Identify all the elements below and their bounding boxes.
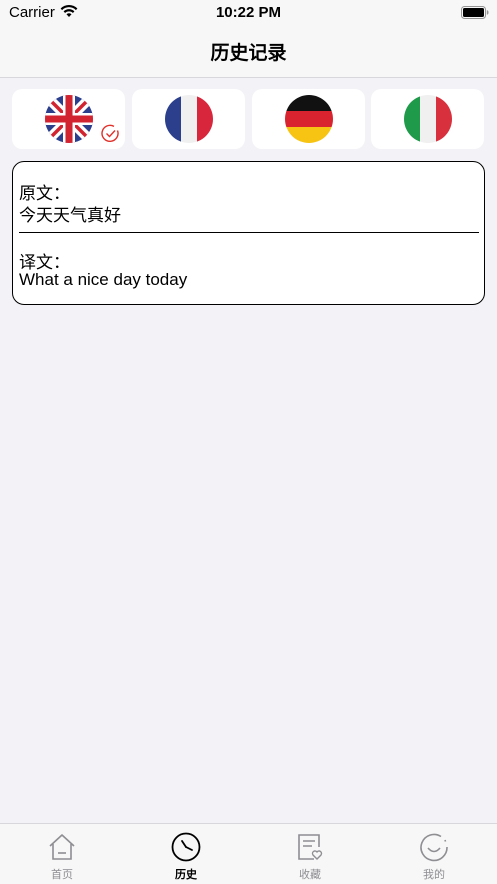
tab-favorites[interactable]: 收藏 (248, 824, 372, 884)
france-flag-icon (165, 95, 213, 143)
tab-profile-label: 我的 (423, 869, 445, 881)
page-title: 历史记录 (210, 43, 287, 64)
language-option-french[interactable] (132, 89, 245, 149)
italy-flag-icon (404, 95, 452, 143)
language-option-english[interactable] (12, 89, 125, 149)
tab-bar: 首页 历史 收藏 我的 (0, 823, 497, 884)
tab-favorites-label: 收藏 (299, 869, 321, 881)
record-divider (19, 232, 479, 233)
translation-text: What a nice day today (19, 270, 188, 289)
germany-flag-icon (285, 95, 333, 143)
language-option-german[interactable] (252, 89, 365, 149)
uk-flag-icon (45, 95, 93, 143)
tab-profile[interactable]: 我的 (372, 824, 496, 884)
tab-home[interactable]: 首页 (0, 824, 124, 884)
tab-history-label: 历史 (175, 869, 197, 881)
home-icon (49, 834, 75, 860)
status-bar: Carrier 10:22 PM (0, 0, 497, 26)
history-record-card[interactable]: 原文： 今天天气真好 译文： What a nice day today (12, 161, 485, 305)
selected-check-icon (101, 124, 119, 142)
language-option-italian[interactable] (371, 89, 484, 149)
navigation-bar: 历史记录 (0, 26, 497, 78)
battery-icon (461, 6, 489, 19)
status-time: 10:22 PM (215, 4, 282, 21)
tab-home-label: 首页 (51, 869, 73, 881)
favorites-icon (298, 834, 323, 860)
clock-icon (171, 832, 201, 862)
language-selector (12, 89, 486, 149)
profile-icon (420, 833, 448, 862)
source-text: 今天天气真好 (19, 206, 121, 225)
tab-history[interactable]: 历史 (124, 824, 248, 884)
